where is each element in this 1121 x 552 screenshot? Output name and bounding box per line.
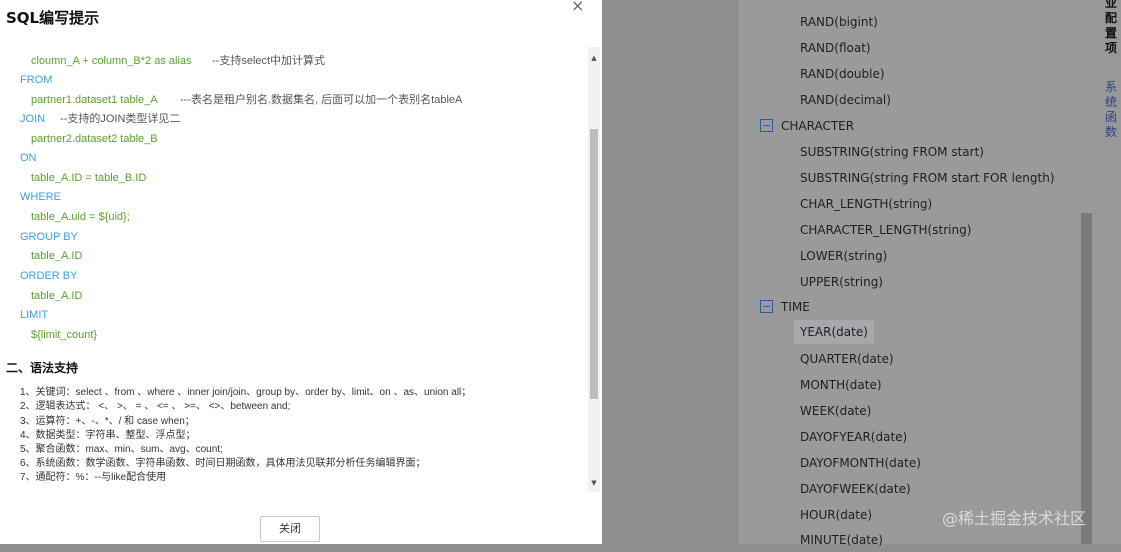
tree-item-rand-float[interactable]: RAND(float): [800, 36, 871, 60]
tree-item-rand-bigint[interactable]: RAND(bigint): [800, 10, 878, 34]
tree-item-dayofyear[interactable]: DAYOFYEAR(date): [800, 425, 907, 449]
tree-item-year[interactable]: YEAR(date): [794, 320, 874, 344]
collapse-icon[interactable]: [760, 300, 773, 313]
code-keyword: FROM: [20, 74, 53, 86]
tree-item-dayofweek[interactable]: DAYOFWEEK(date): [800, 477, 911, 501]
code-keyword: LIMIT: [20, 309, 49, 321]
tree-category-character[interactable]: CHARACTER: [760, 114, 854, 138]
syntax-rule: 4、数据类型：字符串、整型、浮点型；: [20, 430, 196, 441]
code-line: cloumn_A + column_B*2 as alias: [31, 55, 192, 67]
code-keyword: JOIN: [20, 113, 46, 125]
tree-category-label: TIME: [781, 300, 810, 314]
tree-item-character-length[interactable]: CHARACTER_LENGTH(string): [800, 218, 971, 242]
modal-content: cloumn_A + column_B*2 as alias --支持selec…: [0, 47, 588, 492]
side-tab-config[interactable]: 业配置项: [1103, 0, 1119, 56]
section-title-syntax: 二、语法支持: [6, 361, 79, 375]
scroll-up-icon[interactable]: ▲: [588, 51, 600, 65]
code-keyword: GROUP BY: [20, 231, 78, 243]
syntax-rule: 6、系统函数：数学函数、字符串函数、时间日期函数，具体用法见联邦分析任务编辑界面…: [20, 458, 426, 469]
code-line: table_A.ID = table_B.ID: [31, 172, 147, 184]
tree-item-quarter[interactable]: QUARTER(date): [800, 347, 894, 371]
tree-item-rand-double[interactable]: RAND(double): [800, 62, 885, 86]
code-line: table_A.ID: [31, 290, 83, 302]
watermark: @稀土掘金技术社区: [942, 509, 1087, 528]
tree-item-month[interactable]: MONTH(date): [800, 373, 882, 397]
close-icon[interactable]: ×: [571, 0, 584, 15]
modal-scrollbar[interactable]: ▲ ▼: [588, 47, 600, 492]
syntax-rule: 2、逻辑表达式： <、 >、 = 、 <= 、 >=、 <>、between a…: [20, 401, 291, 412]
code-line: table_A.uid = ${uid};: [31, 211, 130, 223]
syntax-rule: 7、通配符：%：--与like配合使用: [20, 472, 167, 483]
syntax-rule: 3、运算符：+、-、*、/ 和 case when；: [20, 416, 195, 427]
scroll-thumb[interactable]: [590, 129, 598, 399]
tree-category-time[interactable]: TIME: [760, 295, 810, 319]
tree-item-dayofmonth[interactable]: DAYOFMONTH(date): [800, 451, 921, 475]
collapse-icon[interactable]: [760, 119, 773, 132]
code-keyword: ON: [20, 152, 37, 164]
close-button[interactable]: 关闭: [260, 516, 320, 542]
tree-item-week[interactable]: WEEK(date): [800, 399, 871, 423]
tree-scrollbar[interactable]: [1081, 213, 1092, 544]
tree-item-lower[interactable]: LOWER(string): [800, 244, 887, 268]
code-line: partner2.dataset2 table_B: [31, 133, 158, 145]
code-line: ${limit_count}: [31, 329, 98, 341]
tree-category-label: CHARACTER: [781, 119, 855, 133]
tree-item-upper[interactable]: UPPER(string): [800, 270, 883, 294]
tree-item-rand-decimal[interactable]: RAND(decimal): [800, 88, 891, 112]
scroll-down-icon[interactable]: ▼: [588, 476, 600, 490]
syntax-rule: 5、聚合函数：max、min、sum、avg、count;: [20, 444, 223, 455]
code-comment: ---表名是租户别名.数据集名, 后面可以加一个表别名tableA: [180, 94, 463, 106]
sql-hint-modal: SQL编写提示 × cloumn_A + column_B*2 as alias…: [0, 0, 602, 544]
tree-item-hour[interactable]: HOUR(date): [800, 503, 872, 527]
modal-title: SQL编写提示: [6, 9, 100, 27]
code-comment: --支持select中加计算式: [212, 55, 326, 67]
side-tab-functions[interactable]: 系统函数: [1103, 80, 1119, 140]
tree-item-substring-length[interactable]: SUBSTRING(string FROM start FOR length): [800, 166, 1055, 190]
code-keyword: WHERE: [20, 191, 61, 203]
syntax-rule: 1、关键词：select 、from 、where 、inner join/jo…: [20, 387, 472, 398]
code-line: partner1.dataset1 table_A: [31, 94, 158, 106]
code-line: table_A.ID: [31, 250, 83, 262]
tree-item-char-length[interactable]: CHAR_LENGTH(string): [800, 192, 932, 216]
code-keyword: ORDER BY: [20, 270, 78, 282]
code-comment: --支持的JOIN类型详见二: [60, 113, 181, 125]
tree-item-substring[interactable]: SUBSTRING(string FROM start): [800, 140, 984, 164]
tree-item-minute[interactable]: MINUTE(date): [800, 528, 883, 552]
